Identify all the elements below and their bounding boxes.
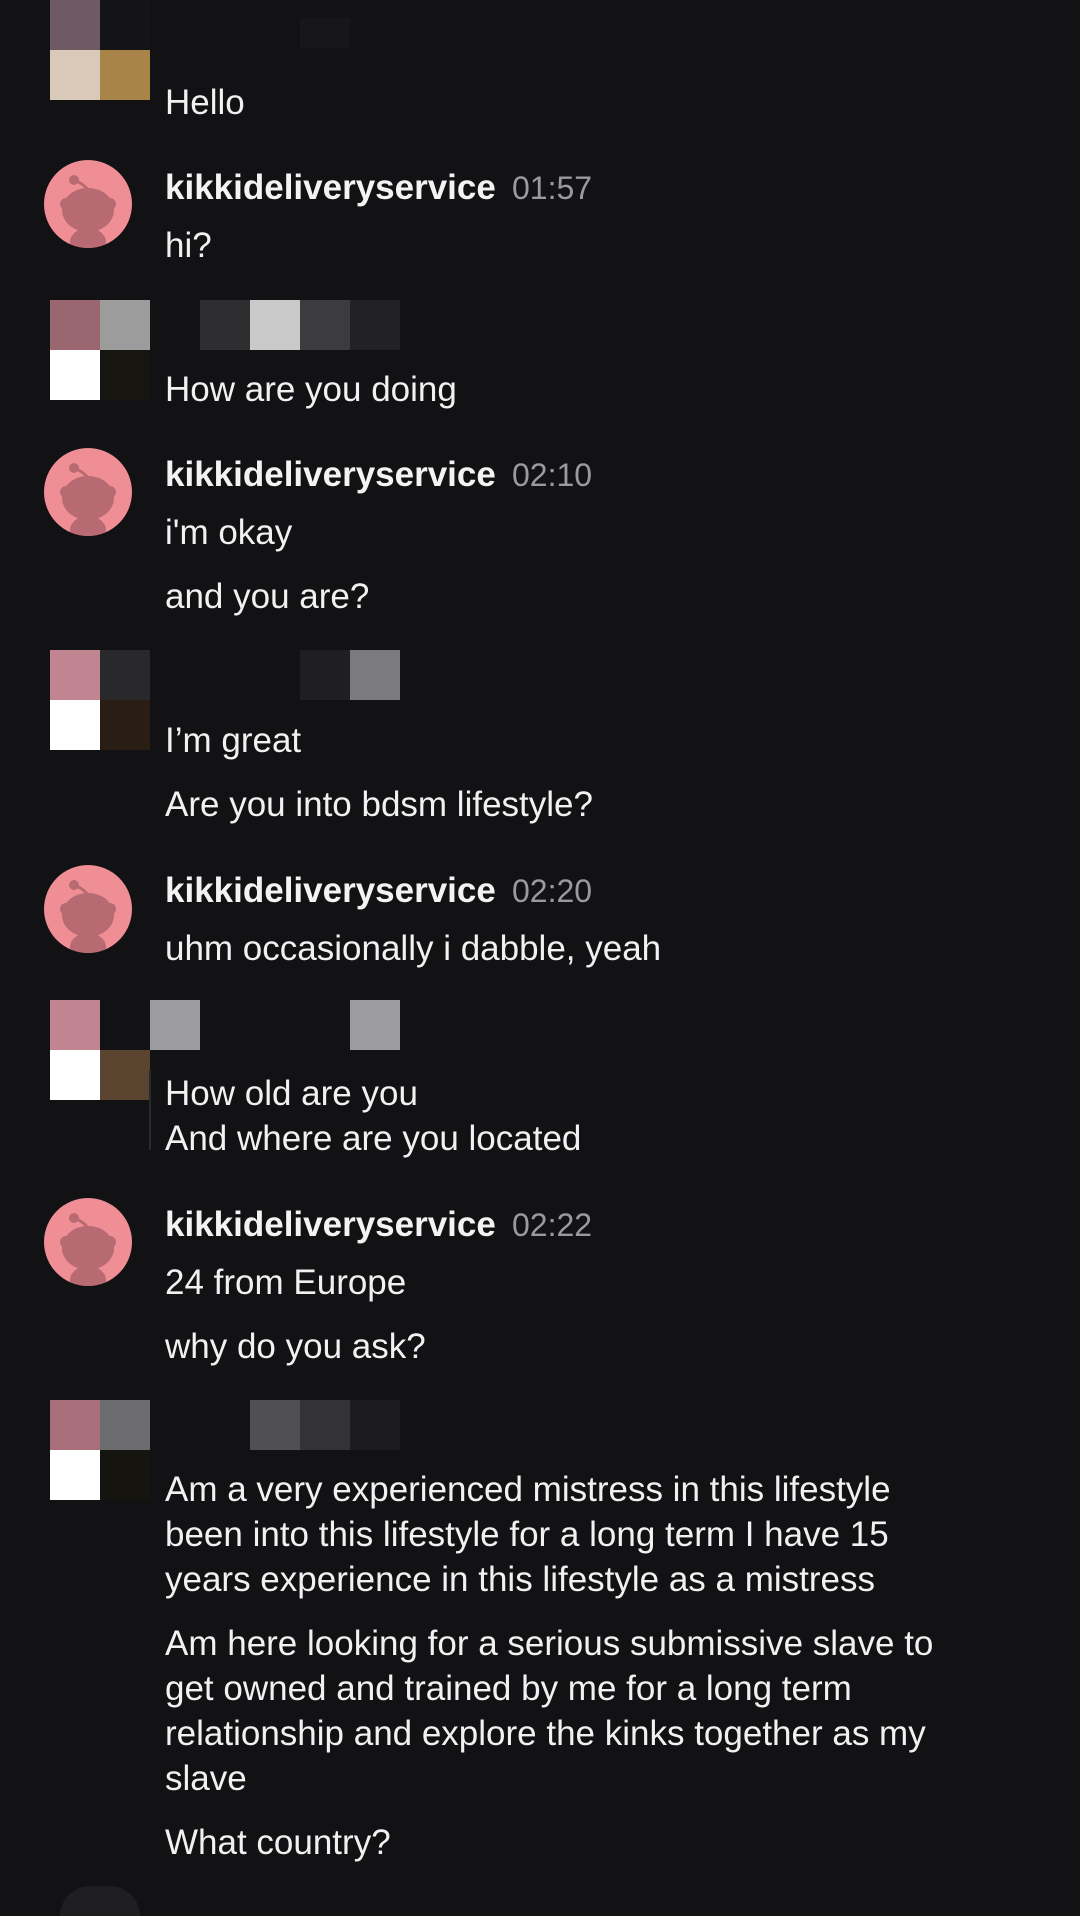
message-text: Am here looking for a serious submissive…	[165, 1624, 934, 1663]
pixelated-avatar[interactable]	[50, 1000, 150, 1100]
message-text: Are you into bdsm lifestyle?	[165, 785, 593, 824]
pixelated-username[interactable]	[300, 650, 400, 700]
message-text: 24 from Europe	[165, 1263, 407, 1302]
message-text: And where are you located	[165, 1119, 582, 1158]
partial-avatar	[60, 1886, 140, 1916]
username[interactable]: kikkideliveryservice	[165, 165, 496, 210]
timestamp: 02:22	[512, 1207, 593, 1243]
message-text: been into this lifestyle for a long term…	[165, 1515, 889, 1554]
message-text: get owned and trained by me for a long t…	[165, 1669, 852, 1708]
reddit-snoo-icon[interactable]	[44, 1198, 132, 1286]
username[interactable]: kikkideliveryservice	[165, 1202, 496, 1247]
timestamp: 02:10	[512, 457, 593, 493]
pixelated-username[interactable]	[250, 1400, 400, 1450]
timestamp: 02:20	[512, 873, 593, 909]
pixelated-username[interactable]	[200, 300, 400, 350]
message-text: and you are?	[165, 577, 370, 616]
message-text: How old are you	[165, 1074, 418, 1113]
pixelated-username[interactable]	[300, 18, 350, 48]
pixelated-avatar[interactable]	[50, 0, 150, 100]
message-divider	[149, 1070, 151, 1150]
message-text: Am a very experienced mistress in this l…	[165, 1470, 891, 1509]
message-text: What country?	[165, 1823, 391, 1862]
message-text: uhm occasionally i dabble, yeah	[165, 929, 662, 968]
pixelated-avatar[interactable]	[50, 1400, 150, 1500]
message-text: How are you doing	[165, 370, 457, 409]
message-text: years experience in this lifestyle as a …	[165, 1560, 875, 1599]
pixelated-username[interactable]	[150, 1000, 400, 1050]
message-text: I’m great	[165, 721, 302, 760]
message-text: relationship and explore the kinks toget…	[165, 1714, 926, 1753]
pixelated-avatar[interactable]	[50, 300, 150, 400]
message-text: Hello	[165, 83, 245, 122]
message-text: why do you ask?	[165, 1327, 426, 1366]
reddit-snoo-icon[interactable]	[44, 448, 132, 536]
username[interactable]: kikkideliveryservice	[165, 452, 496, 497]
reddit-snoo-icon[interactable]	[44, 160, 132, 248]
message-text: hi?	[165, 226, 212, 265]
message-text: slave	[165, 1759, 247, 1798]
reddit-snoo-icon[interactable]	[44, 865, 132, 953]
message-text: i'm okay	[165, 513, 293, 552]
username[interactable]: kikkideliveryservice	[165, 868, 496, 913]
pixelated-avatar[interactable]	[50, 650, 150, 750]
timestamp: 01:57	[512, 170, 593, 206]
